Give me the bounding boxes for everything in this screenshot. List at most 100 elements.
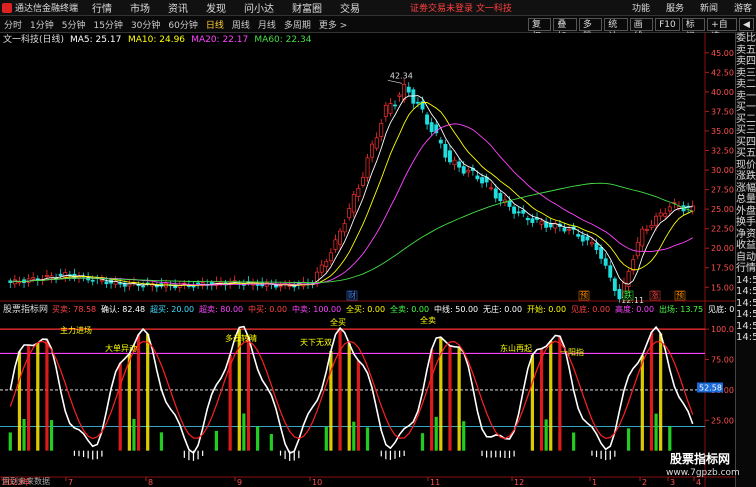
period-tab-2[interactable]: 5分钟 bbox=[62, 21, 86, 31]
candle-body-11 bbox=[58, 273, 63, 277]
candle-body-103 bbox=[480, 177, 484, 184]
sidebar-item-4[interactable]: 卖二 bbox=[736, 79, 756, 91]
tool-button-6[interactable]: 标记 bbox=[681, 17, 706, 42]
period-tab-9[interactable]: 多周期 bbox=[284, 21, 311, 31]
candle-body-74 bbox=[347, 208, 352, 219]
green-bar-141 bbox=[654, 413, 658, 451]
sidebar-item-25[interactable]: 14:55 bbox=[736, 321, 756, 333]
menu-item-0[interactable]: 行情 bbox=[92, 4, 112, 15]
menu-item-4[interactable]: 问小达 bbox=[244, 4, 274, 15]
sidebar-item-8[interactable]: 买三 bbox=[736, 125, 756, 137]
candle-body-129 bbox=[599, 246, 604, 259]
period-tab-4[interactable]: 30分钟 bbox=[131, 21, 160, 31]
sidebar-item-16[interactable]: 换手 bbox=[736, 217, 756, 229]
right-menu-item-2[interactable]: 新闻 bbox=[700, 1, 718, 14]
green-bar-135 bbox=[626, 428, 631, 451]
candle-body-137 bbox=[635, 241, 640, 257]
green-bar-3 bbox=[22, 418, 26, 451]
candle-body-124 bbox=[576, 234, 581, 237]
tool-button-8[interactable]: ◀ bbox=[739, 17, 754, 31]
menu-item-6[interactable]: 交易 bbox=[340, 4, 360, 15]
pos-bar-26 bbox=[127, 353, 131, 451]
period-tab-0[interactable]: 分时 bbox=[4, 21, 22, 31]
tool-button-5[interactable]: F10 bbox=[655, 17, 680, 31]
candle-body-107 bbox=[498, 192, 503, 202]
sidebar-item-7[interactable]: 买二 bbox=[736, 114, 756, 126]
period-tab-7[interactable]: 周线 bbox=[232, 21, 250, 31]
sidebar-item-19[interactable]: 自动 bbox=[736, 252, 756, 264]
right-menu: 功能 服务 新闻 游客 bbox=[632, 1, 752, 14]
candle-body-85 bbox=[397, 94, 402, 97]
candle-body-77 bbox=[360, 176, 365, 186]
sidebar-item-12[interactable]: 涨跌 bbox=[736, 171, 756, 183]
sidebar-item-21[interactable]: 14:56 bbox=[736, 275, 756, 287]
login-notice[interactable]: 证劵交易未登录 文一科技 bbox=[410, 1, 512, 14]
sidebar-item-14[interactable]: 总量 bbox=[736, 194, 756, 206]
sidebar-item-0[interactable]: 委比 bbox=[736, 33, 756, 45]
candle-body-89 bbox=[415, 101, 420, 104]
candle-body-26 bbox=[127, 283, 132, 287]
pos-bar-28 bbox=[136, 334, 141, 451]
sidebar-item-5[interactable]: 卖一 bbox=[736, 91, 756, 103]
indicator-label-4: 中买: 0.00 bbox=[248, 304, 287, 314]
sidebar-item-9[interactable]: 买四 bbox=[736, 137, 756, 149]
sidebar-item-6[interactable]: 买一 bbox=[736, 102, 756, 114]
sidebar-item-17[interactable]: 净资 bbox=[736, 229, 756, 241]
indicator-label-7: 全卖: 0.00 bbox=[390, 304, 429, 314]
candle-body-40 bbox=[191, 285, 196, 288]
sidebar-item-3[interactable]: 卖三 bbox=[736, 68, 756, 80]
sidebar-item-23[interactable]: 14:55 bbox=[736, 298, 756, 310]
signal-annotation-5: 一阳指 bbox=[560, 347, 584, 357]
indicator-label-1: 确认: 82.48 bbox=[101, 304, 145, 314]
candle-body-18 bbox=[90, 279, 95, 282]
sidebar-item-1[interactable]: 卖五 bbox=[736, 45, 756, 57]
main-menu: 行情 市场 资讯 发现 问小达 财富圈 交易 bbox=[92, 0, 378, 15]
sidebar-item-10[interactable]: 买五 bbox=[736, 148, 756, 160]
tool-button-2[interactable]: 多股 bbox=[578, 17, 603, 42]
menu-item-2[interactable]: 资讯 bbox=[168, 4, 188, 15]
indicator-label-9: 无庄: 0.00 bbox=[483, 304, 522, 314]
tool-button-3[interactable]: 统计 bbox=[604, 17, 628, 42]
right-menu-item-1[interactable]: 服务 bbox=[666, 1, 684, 14]
indicator-label-8: 中线: 50.00 bbox=[434, 304, 478, 314]
toolbar: 分时 1分钟 5分钟 15分钟 30分钟 60分钟日线周线月线多周期更多 > 复权叠加多股… bbox=[0, 16, 756, 42]
candle-body-80 bbox=[374, 137, 379, 149]
period-tab-1[interactable]: 1分钟 bbox=[30, 21, 54, 31]
right-menu-item-0[interactable]: 功能 bbox=[632, 1, 650, 14]
pos-bar-74 bbox=[347, 343, 351, 451]
right-menu-item-3[interactable]: 游客 bbox=[734, 1, 752, 14]
menu-item-5[interactable]: 财富圈 bbox=[292, 4, 322, 15]
period-tab-5[interactable]: 60分钟 bbox=[168, 21, 197, 31]
ma-label-1: MA10: 24.96 bbox=[128, 35, 185, 45]
candle-body-99 bbox=[461, 166, 466, 174]
tool-button-1[interactable]: 叠加 bbox=[553, 17, 577, 42]
menu-item-1[interactable]: 市场 bbox=[130, 4, 150, 15]
sidebar-item-22[interactable]: 14:55 bbox=[736, 286, 756, 298]
tool-button-7[interactable]: +自选 bbox=[707, 17, 738, 42]
tool-button-4[interactable]: 画线 bbox=[629, 17, 654, 42]
candle-body-112 bbox=[521, 210, 526, 214]
sidebar-item-2[interactable]: 卖四 bbox=[736, 56, 756, 68]
candle-body-71 bbox=[333, 239, 338, 250]
candle-body-142 bbox=[658, 212, 663, 217]
sidebar-item-24[interactable]: 14:55 bbox=[736, 309, 756, 321]
period-tab-3[interactable]: 15分钟 bbox=[93, 21, 122, 31]
kline-chart[interactable]: 文一科技(日线) MA5: 25.17 MA10: 24.96 MA20: 22.17… bbox=[0, 33, 735, 487]
period-tab-6[interactable]: 日线 bbox=[206, 21, 224, 31]
sidebar-item-13[interactable]: 涨幅 bbox=[736, 183, 756, 195]
current-value-label: 52.58 bbox=[699, 383, 722, 392]
candle-body-144 bbox=[667, 206, 672, 212]
sidebar-item-15[interactable]: 外盘 bbox=[736, 206, 756, 218]
upper-tick-label-11: 17.50 bbox=[711, 264, 734, 273]
indicator-label-5: 中卖: 100.00 bbox=[292, 304, 341, 314]
candle-body-105 bbox=[489, 187, 494, 190]
sidebar-item-18[interactable]: 收益 bbox=[736, 240, 756, 252]
menu-item-3[interactable]: 发现 bbox=[206, 4, 226, 15]
period-tab-10[interactable]: 更多 > bbox=[319, 21, 347, 31]
sidebar-item-20[interactable]: 行情 bbox=[736, 263, 756, 275]
upper-tick-label-0: 45.00 bbox=[711, 49, 734, 58]
period-tab-8[interactable]: 月线 bbox=[258, 21, 276, 31]
sidebar-item-11[interactable]: 现价 bbox=[736, 160, 756, 172]
tool-button-0[interactable]: 复权 bbox=[528, 17, 552, 42]
sidebar-item-26[interactable]: 14:55 bbox=[736, 332, 756, 344]
